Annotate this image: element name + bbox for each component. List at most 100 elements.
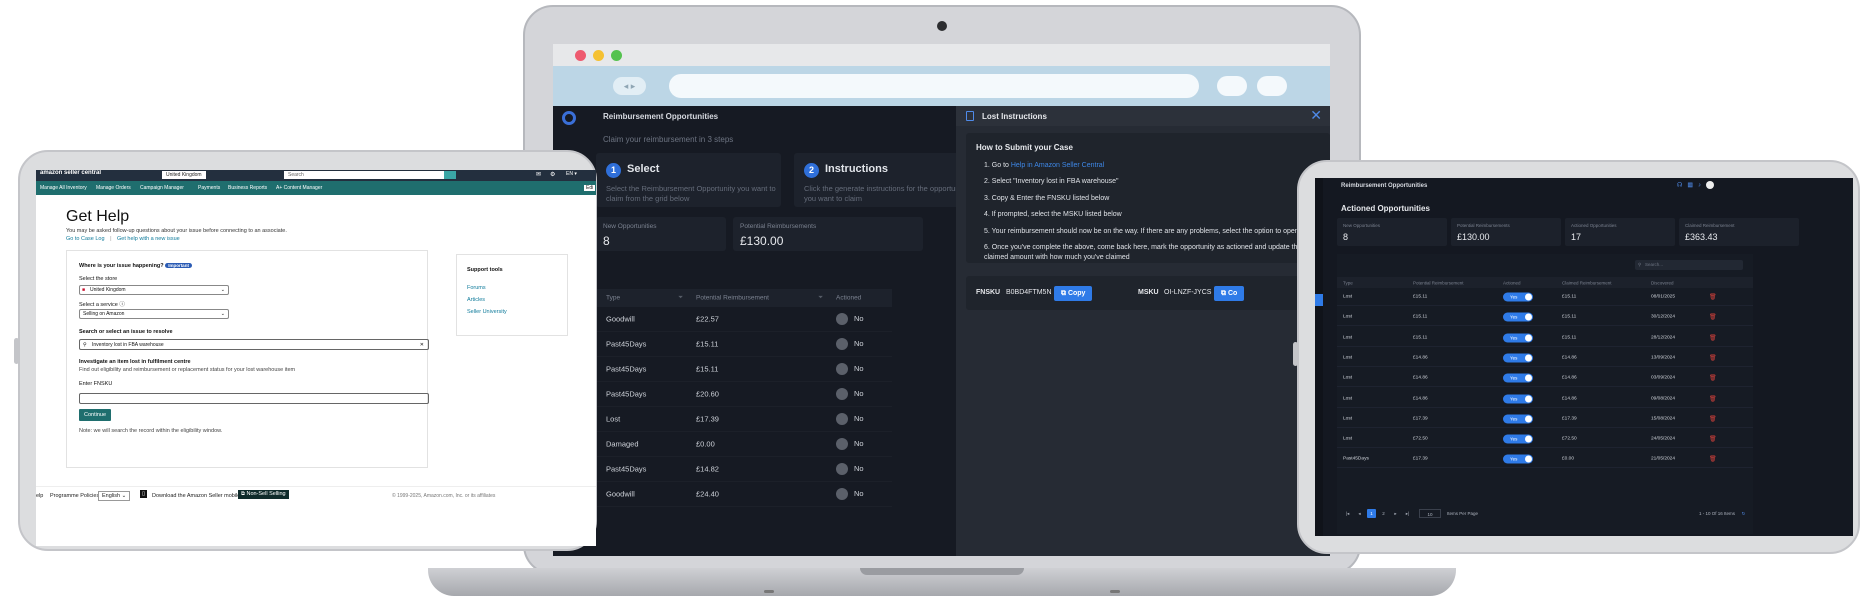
actioned-toggle[interactable]: Yes bbox=[1503, 312, 1533, 322]
actioned-toggle[interactable]: Yes bbox=[1503, 373, 1533, 383]
nav-item-reports[interactable]: Business Reports bbox=[228, 185, 267, 191]
actioned-toggle[interactable]: No bbox=[836, 313, 864, 325]
column-header-type[interactable]: Type bbox=[1343, 280, 1353, 285]
filter-icon[interactable]: ⏷ bbox=[678, 294, 683, 302]
items-per-page-select[interactable]: 10 bbox=[1419, 509, 1441, 518]
maximize-dot-icon[interactable] bbox=[611, 50, 622, 61]
actioned-toggle[interactable]: Yes bbox=[1503, 353, 1533, 363]
page-button[interactable]: 1 bbox=[1367, 509, 1376, 518]
calendar-icon[interactable]: ▦ bbox=[1687, 183, 1693, 189]
actioned-toggle[interactable]: Yes bbox=[1503, 333, 1533, 343]
rail-active-indicator[interactable] bbox=[1315, 294, 1323, 306]
column-header-actioned[interactable]: Actioned bbox=[836, 295, 861, 302]
column-header-potential[interactable]: Potential Reimbursement bbox=[1413, 280, 1464, 285]
non-selling-button[interactable]: ⧉ Non-Sell Selling bbox=[238, 490, 289, 499]
bell-icon[interactable]: ♪ bbox=[1698, 183, 1701, 189]
new-issue-link[interactable]: Get help with a new issue bbox=[117, 236, 180, 242]
column-header-type[interactable]: Type bbox=[606, 295, 620, 302]
actioned-toggle[interactable]: No bbox=[836, 438, 864, 450]
region-selector[interactable]: United Kingdom bbox=[162, 171, 206, 179]
actioned-toggle[interactable]: No bbox=[836, 338, 864, 350]
help-footer-link[interactable]: elp bbox=[36, 493, 43, 499]
actioned-toggle[interactable]: No bbox=[836, 363, 864, 375]
page-button[interactable]: 2 bbox=[1379, 509, 1388, 518]
clear-icon[interactable]: ✕ bbox=[420, 340, 424, 350]
service-select[interactable]: Selling on Amazon ⌄ bbox=[79, 309, 229, 319]
edit-button[interactable]: Edi bbox=[584, 185, 596, 191]
toolbar-pill[interactable] bbox=[1257, 76, 1287, 96]
actioned-toggle[interactable]: Yes bbox=[1503, 414, 1533, 424]
table-row[interactable]: Past45Days £17.39 Yes £0.00 21/05/2024 🗑 bbox=[1337, 451, 1753, 469]
first-page-icon[interactable]: |◂ bbox=[1343, 509, 1352, 518]
table-row[interactable]: Lost £14.86 Yes £14.86 13/09/2024 🗑 bbox=[1337, 350, 1753, 367]
table-row[interactable]: Goodwill £22.57 No bbox=[596, 307, 892, 332]
table-row[interactable]: Past45Days £15.11 No bbox=[596, 332, 892, 357]
actioned-toggle[interactable]: No bbox=[836, 413, 864, 425]
prev-page-icon[interactable]: ◂ bbox=[1355, 509, 1364, 518]
close-dot-icon[interactable] bbox=[575, 50, 586, 61]
trash-icon[interactable]: 🗑 bbox=[1709, 314, 1717, 321]
seller-central-help-link[interactable]: Help in Amazon Seller Central bbox=[1011, 162, 1104, 169]
close-icon[interactable]: ✕ bbox=[1310, 108, 1322, 122]
actioned-toggle[interactable]: Yes bbox=[1503, 292, 1533, 302]
nav-item-inventory[interactable]: Manage All Inventory bbox=[40, 185, 87, 191]
back-forward-arrows-icon[interactable]: ◂ ▸ bbox=[613, 77, 646, 95]
actioned-toggle[interactable]: No bbox=[836, 463, 864, 475]
nav-item-aplus[interactable]: A+ Content Manager bbox=[276, 185, 322, 191]
address-bar[interactable] bbox=[669, 74, 1199, 98]
forums-link[interactable]: Forums bbox=[467, 285, 486, 291]
copy-fnsku-button[interactable]: ⧉ Copy bbox=[1054, 286, 1093, 301]
store-select[interactable]: ■ United Kingdom ⌄ bbox=[79, 285, 229, 295]
search-icon[interactable] bbox=[444, 171, 456, 179]
seller-central-logo[interactable]: amazon seller central bbox=[40, 170, 101, 176]
column-header-actioned[interactable]: Actioned bbox=[1503, 280, 1521, 285]
trash-icon[interactable]: 🗑 bbox=[1709, 294, 1717, 301]
trash-icon[interactable]: 🗑 bbox=[1709, 395, 1717, 402]
table-row[interactable]: Lost £15.11 Yes £15.11 08/01/2025 🗑 bbox=[1337, 289, 1753, 306]
step-card-select[interactable]: 1 Select Select the Reimbursement Opport… bbox=[596, 153, 781, 207]
actioned-toggle[interactable]: No bbox=[836, 388, 864, 400]
table-row[interactable]: Lost £14.86 Yes £14.86 09/08/2024 🗑 bbox=[1337, 391, 1753, 408]
trash-icon[interactable]: 🗑 bbox=[1709, 415, 1717, 422]
table-row[interactable]: Damaged £0.00 No bbox=[596, 432, 892, 457]
table-search-input[interactable]: ⚲ Search... bbox=[1635, 260, 1743, 270]
table-row[interactable]: Lost £17.39 Yes £17.39 15/08/2024 🗑 bbox=[1337, 411, 1753, 428]
column-header-discovered[interactable]: Discovered bbox=[1651, 280, 1674, 285]
step-card-instructions[interactable]: 2 Instructions Click the generate instru… bbox=[794, 153, 979, 207]
toolbar-pill[interactable] bbox=[1217, 76, 1247, 96]
next-page-icon[interactable]: ▸ bbox=[1391, 509, 1400, 518]
trash-icon[interactable]: 🗑 bbox=[1709, 436, 1717, 443]
articles-link[interactable]: Articles bbox=[467, 297, 485, 303]
column-header-claimed[interactable]: Claimed Reimbursement bbox=[1562, 280, 1612, 285]
headset-icon[interactable]: ☊ bbox=[1677, 183, 1682, 189]
actioned-toggle[interactable]: Yes bbox=[1503, 394, 1533, 403]
language-selector[interactable]: EN ▾ bbox=[566, 171, 577, 177]
table-row[interactable]: Lost £15.11 Yes £15.11 30/12/2024 🗑 bbox=[1337, 309, 1753, 327]
case-log-link[interactable]: Go to Case Log bbox=[66, 236, 105, 242]
download-app-link[interactable]: Download the Amazon Seller mobile app bbox=[152, 493, 251, 499]
actioned-toggle[interactable]: No bbox=[836, 488, 864, 500]
seller-university-link[interactable]: Seller University bbox=[467, 309, 507, 315]
avatar[interactable] bbox=[1706, 181, 1715, 189]
global-search-input[interactable]: Search bbox=[284, 171, 444, 179]
programme-policies-link[interactable]: Programme Policies bbox=[50, 493, 99, 499]
fnsku-input[interactable] bbox=[79, 393, 429, 404]
last-page-icon[interactable]: ▸| bbox=[1403, 509, 1412, 518]
trash-icon[interactable]: 🗑 bbox=[1709, 354, 1717, 361]
minimize-dot-icon[interactable] bbox=[593, 50, 604, 61]
footer-language-select[interactable]: English ⌄ bbox=[98, 491, 131, 501]
actioned-toggle[interactable]: Yes bbox=[1503, 454, 1533, 464]
table-row[interactable]: Past45Days £20.60 No bbox=[596, 382, 892, 407]
actioned-toggle[interactable]: Yes bbox=[1503, 434, 1533, 444]
table-row[interactable]: Lost £72.50 Yes £72.50 24/05/2024 🗑 bbox=[1337, 431, 1753, 449]
table-row[interactable]: Lost £15.11 Yes £15.11 28/12/2024 🗑 bbox=[1337, 330, 1753, 347]
nav-item-campaign[interactable]: Campaign Manager bbox=[140, 185, 184, 191]
refresh-icon[interactable]: ↻ bbox=[1739, 509, 1748, 518]
trash-icon[interactable]: 🗑 bbox=[1709, 456, 1717, 463]
trash-icon[interactable]: 🗑 bbox=[1709, 334, 1717, 341]
table-row[interactable]: Goodwill £24.40 No bbox=[596, 482, 892, 507]
gear-icon[interactable]: ⚙ bbox=[550, 171, 555, 178]
table-row[interactable]: Past45Days £15.11 No bbox=[596, 357, 892, 382]
mail-icon[interactable]: ✉ bbox=[536, 171, 541, 178]
trash-icon[interactable]: 🗑 bbox=[1709, 375, 1717, 382]
